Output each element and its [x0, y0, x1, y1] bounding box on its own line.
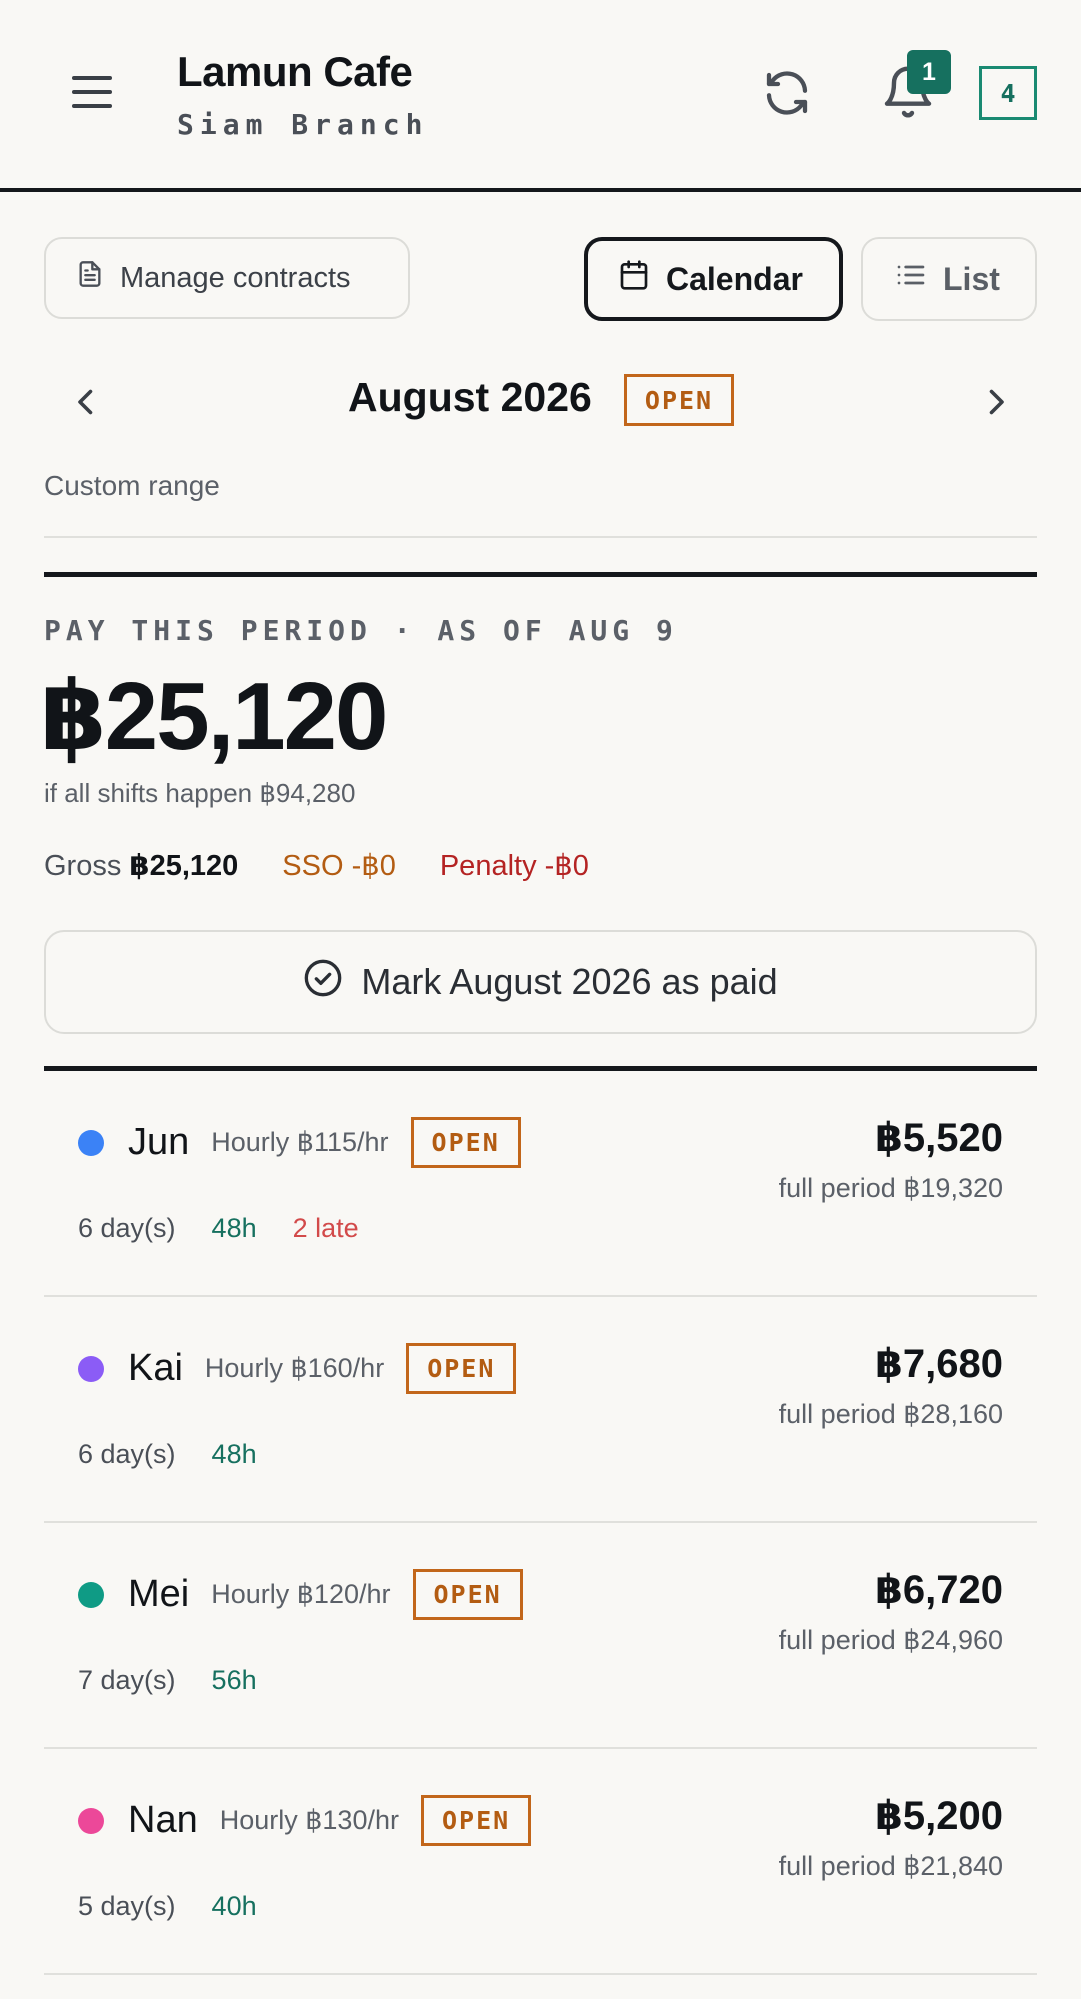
employee-late-count: 2 late — [292, 1213, 359, 1243]
mark-paid-button[interactable]: Mark August 2026 as paid — [44, 930, 1037, 1034]
manage-contracts-label: Manage contracts — [120, 261, 351, 294]
divider — [44, 536, 1037, 538]
list-icon — [895, 259, 927, 299]
employee-name: Nan — [128, 1799, 198, 1841]
period-status-badge: OPEN — [624, 374, 734, 426]
pay-period-heading: PAY THIS PERIOD · AS OF AUG 9 — [44, 614, 678, 647]
employee-status-badge: OPEN — [412, 1569, 523, 1620]
custom-range-link[interactable]: Custom range — [44, 470, 220, 502]
employee-days: 6 day(s) — [78, 1439, 176, 1469]
employee-status-badge: OPEN — [410, 1117, 521, 1168]
refresh-icon[interactable] — [760, 66, 814, 120]
pay-projection: if all shifts happen ฿94,280 — [44, 778, 356, 808]
employee-full-period: full period ฿21,840 — [778, 1851, 1003, 1881]
employee-color-dot — [78, 1129, 104, 1156]
period-month: August 2026 — [348, 374, 592, 420]
list-view-button[interactable]: List — [861, 237, 1037, 321]
employee-pay-amount: ฿5,200 — [875, 1794, 1003, 1838]
pay-breakdown: Gross ฿25,120 SSO -฿0 Penalty -฿0 — [44, 848, 589, 883]
employee-pay-amount: ฿5,520 — [875, 1116, 1003, 1160]
employee-color-dot — [78, 1807, 104, 1834]
divider — [44, 572, 1037, 577]
employee-full-period: full period ฿28,160 — [778, 1399, 1003, 1429]
chevron-left-icon[interactable] — [68, 380, 104, 424]
employee-name: Mei — [128, 1573, 190, 1615]
employee-pay-amount: ฿7,680 — [875, 1342, 1003, 1386]
mark-paid-label: Mark August 2026 as paid — [361, 961, 778, 1002]
employee-hours: 56h — [211, 1665, 257, 1695]
employee-name: Kai — [128, 1347, 183, 1389]
employee-full-period: full period ฿19,320 — [778, 1173, 1003, 1203]
list-view-label: List — [943, 260, 1000, 297]
employee-days: 5 day(s) — [78, 1891, 176, 1921]
employee-row[interactable]: Nan Hourly ฿130/hr OPEN 5 day(s) 40h ฿5,… — [44, 1749, 1037, 1975]
employee-pay-amount: ฿6,720 — [875, 1568, 1003, 1612]
app-header: Lamun Cafe Siam Branch 1 4 — [0, 0, 1081, 192]
employee-days: 7 day(s) — [78, 1665, 176, 1695]
penalty-deduction: Penalty -฿0 — [439, 850, 589, 882]
calendar-icon — [618, 259, 650, 299]
app-title: Lamun Cafe — [177, 48, 413, 95]
employee-rate: Hourly ฿115/hr — [211, 1127, 389, 1157]
pay-total-amount: ฿25,120 — [40, 663, 388, 770]
check-circle-icon — [303, 958, 343, 1007]
gross-pay-value: ฿25,120 — [129, 850, 239, 882]
menu-icon[interactable] — [68, 70, 118, 114]
calendar-view-label: Calendar — [666, 260, 803, 297]
employee-color-dot — [78, 1581, 104, 1608]
gross-pay: Gross ฿25,120 — [44, 850, 239, 882]
chevron-right-icon[interactable] — [978, 380, 1014, 424]
calendar-view-button[interactable]: Calendar — [584, 237, 843, 321]
employee-full-period: full period ฿24,960 — [778, 1625, 1003, 1655]
employee-status-badge: OPEN — [420, 1795, 532, 1846]
employee-row[interactable]: Mei Hourly ฿120/hr OPEN 7 day(s) 56h ฿6,… — [44, 1523, 1037, 1749]
employee-rate: Hourly ฿130/hr — [219, 1805, 399, 1835]
employee-hours: 48h — [211, 1439, 257, 1469]
branch-name: Siam Branch — [177, 108, 429, 141]
manage-contracts-button[interactable]: Manage contracts — [44, 237, 410, 319]
employee-row[interactable]: Jun Hourly ฿115/hr OPEN 6 day(s) 48h 2 l… — [44, 1071, 1037, 1297]
count-badge[interactable]: 4 — [979, 66, 1037, 120]
notification-badge: 1 — [907, 50, 951, 94]
employee-color-dot — [78, 1355, 104, 1382]
employee-status-badge: OPEN — [406, 1343, 517, 1394]
employee-days: 6 day(s) — [78, 1213, 176, 1243]
employee-hours: 48h — [211, 1213, 257, 1243]
employee-row[interactable]: Kai Hourly ฿160/hr OPEN 6 day(s) 48h ฿7,… — [44, 1297, 1037, 1523]
employee-rate: Hourly ฿160/hr — [204, 1353, 385, 1383]
document-icon — [76, 259, 104, 297]
employee-name: Jun — [128, 1121, 190, 1163]
employee-hours: 40h — [211, 1891, 257, 1921]
sso-deduction: SSO -฿0 — [282, 850, 396, 882]
employee-rate: Hourly ฿120/hr — [211, 1579, 391, 1609]
